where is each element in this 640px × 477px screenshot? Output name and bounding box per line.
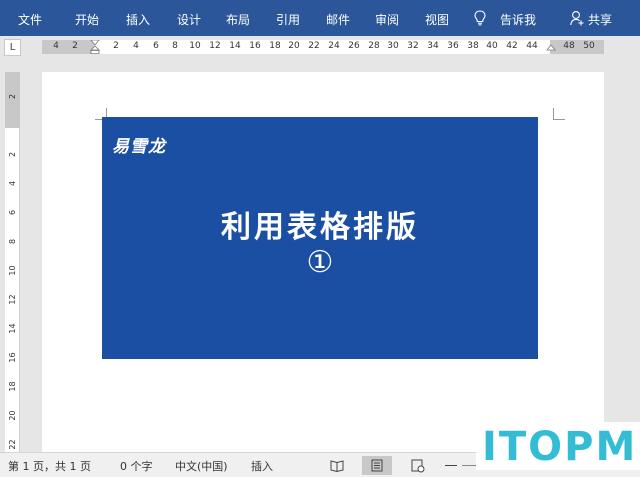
right-indent-marker[interactable] — [546, 45, 556, 54]
ribbon-tabs: 文件 开始 插入 设计 布局 引用 邮件 审阅 视图 告诉我 共享 — [0, 0, 640, 36]
zoom-slider-track[interactable] — [462, 465, 476, 466]
ruler-number: 2 — [8, 151, 17, 158]
book-icon — [330, 460, 344, 473]
ruler-row: L 4 2 2 4 6 8 10 12 14 16 18 20 22 24 26… — [0, 36, 640, 58]
read-mode-button[interactable] — [322, 456, 352, 475]
ruler-number: 8 — [8, 238, 17, 245]
web-layout-button[interactable] — [402, 456, 432, 475]
web-layout-icon — [411, 459, 425, 473]
ruler-number: 16 — [8, 352, 17, 363]
ruler-number: 22 — [8, 439, 17, 450]
ruler-number: 44 — [526, 41, 538, 51]
horizontal-ruler[interactable]: 4 2 2 4 6 8 10 12 14 16 18 20 22 24 26 2… — [42, 40, 604, 54]
ruler-number: 4 — [8, 180, 17, 187]
ruler-number: 16 — [249, 41, 261, 51]
right-margin-area — [550, 40, 604, 54]
ruler-number: 6 — [8, 209, 17, 216]
ruler-number: 10 — [8, 265, 17, 276]
ruler-number: 4 — [133, 41, 139, 51]
ruler-number: 6 — [153, 41, 159, 51]
tab-file[interactable]: 文件 — [18, 11, 42, 28]
margin-corner-mark — [553, 108, 565, 120]
print-layout-button[interactable] — [362, 456, 392, 475]
page-layout-icon — [371, 459, 383, 472]
ruler-number: 2 — [72, 41, 78, 51]
ruler-number: 12 — [8, 294, 17, 305]
ruler-number: 30 — [387, 41, 399, 51]
ruler-number: 50 — [583, 41, 595, 51]
document-page[interactable]: 易雪龙 利用表格排版 ① — [42, 72, 604, 452]
ruler-number: 38 — [467, 41, 479, 51]
tell-me-search[interactable]: 告诉我 — [500, 11, 536, 28]
ruler-number: 14 — [8, 323, 17, 334]
word-count-status[interactable]: 0 个字 — [120, 458, 153, 474]
ruler-number: 40 — [486, 41, 498, 51]
ruler-number: 36 — [447, 41, 459, 51]
ruler-number: 20 — [288, 41, 300, 51]
ruler-number: 18 — [269, 41, 281, 51]
watermark-overlay: ITOPM — [476, 422, 640, 470]
language-status[interactable]: 中文(中国) — [175, 458, 228, 474]
ruler-number: 34 — [427, 41, 439, 51]
ruler-number: 28 — [368, 41, 380, 51]
ruler-number: 18 — [8, 381, 17, 392]
share-button[interactable]: 共享 — [588, 11, 612, 28]
tab-design[interactable]: 设计 — [177, 11, 201, 28]
tab-references[interactable]: 引用 — [276, 11, 300, 28]
ruler-number: 48 — [563, 41, 575, 51]
insert-mode-status[interactable]: 插入 — [251, 458, 273, 474]
tab-review[interactable]: 审阅 — [375, 11, 399, 28]
ruler-number: 10 — [189, 41, 201, 51]
watermark-logo: ITOPM — [482, 424, 638, 470]
ruler-number: 24 — [328, 41, 340, 51]
tab-view[interactable]: 视图 — [425, 11, 449, 28]
ruler-number: 42 — [506, 41, 518, 51]
ruler-number: 22 — [308, 41, 320, 51]
page-count-status[interactable]: 第 1 页，共 1 页 — [8, 458, 91, 474]
tab-layout[interactable]: 布局 — [226, 11, 250, 28]
ruler-number: 12 — [209, 41, 221, 51]
tab-home[interactable]: 开始 — [75, 11, 99, 28]
banner-title: 利用表格排版 — [221, 210, 419, 245]
ruler-number: 20 — [8, 410, 17, 421]
title-banner-image[interactable]: 易雪龙 利用表格排版 ① — [102, 117, 538, 359]
zoom-out-button[interactable] — [445, 465, 457, 466]
ruler-number: 2 — [113, 41, 119, 51]
ruler-number: 32 — [407, 41, 419, 51]
ruler-number: 26 — [348, 41, 360, 51]
brand-logo-text: 易雪龙 — [112, 137, 166, 157]
ruler-number: 4 — [53, 41, 59, 51]
tab-stop-selector[interactable]: L — [4, 39, 21, 56]
ruler-number: 14 — [229, 41, 241, 51]
banner-number: ① — [306, 245, 334, 280]
lightbulb-icon[interactable] — [474, 10, 486, 26]
ruler-number: 2 — [8, 93, 17, 100]
tab-mailings[interactable]: 邮件 — [326, 11, 350, 28]
tab-insert[interactable]: 插入 — [126, 11, 150, 28]
left-margin-area — [42, 40, 94, 54]
first-line-indent-marker[interactable] — [90, 40, 100, 54]
word-window: 文件 开始 插入 设计 布局 引用 邮件 审阅 视图 告诉我 共享 L 4 2 … — [0, 0, 640, 477]
ruler-number: 8 — [172, 41, 178, 51]
share-person-icon[interactable] — [570, 10, 584, 26]
vertical-ruler[interactable]: 2 2 4 6 8 10 12 14 16 18 20 22 — [5, 72, 20, 452]
